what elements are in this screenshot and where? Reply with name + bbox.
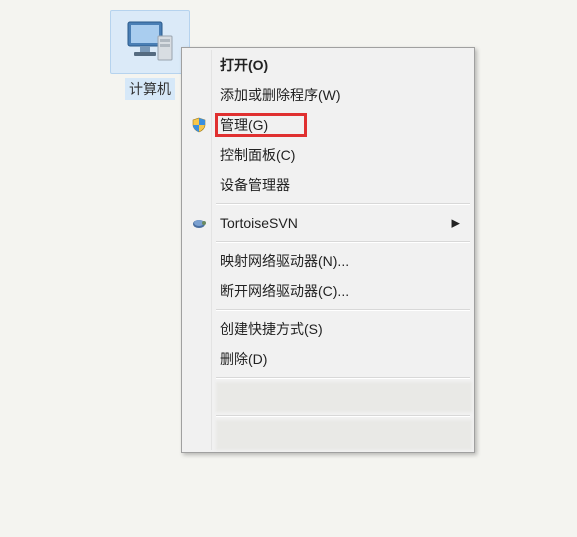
menu-manage[interactable]: 管理(G) [184,110,472,140]
shield-icon [190,116,208,134]
menu-delete-label: 删除(D) [220,349,267,369]
menu-item-obscured[interactable] [216,382,472,412]
menu-tortoisesvn-label: TortoiseSVN [220,215,298,231]
menu-separator [216,415,470,417]
menu-device-manager[interactable]: 设备管理器 [184,170,472,200]
menu-add-remove-programs-label: 添加或删除程序(W) [220,85,341,105]
menu-create-shortcut-label: 创建快捷方式(S) [220,319,323,339]
tortoisesvn-icon [190,214,208,232]
menu-separator [216,203,470,205]
menu-add-remove-programs[interactable]: 添加或删除程序(W) [184,80,472,110]
menu-disconnect-network-drive[interactable]: 断开网络驱动器(C)... [184,276,472,306]
menu-delete[interactable]: 删除(D) [184,344,472,374]
menu-disconnect-network-drive-label: 断开网络驱动器(C)... [220,281,349,301]
menu-tortoisesvn[interactable]: TortoiseSVN ▶ [184,208,472,238]
menu-control-panel-label: 控制面板(C) [220,145,295,165]
menu-separator [216,309,470,311]
menu-open-label: 打开(O) [220,55,268,75]
menu-map-network-drive-label: 映射网络驱动器(N)... [220,251,349,271]
menu-device-manager-label: 设备管理器 [220,175,290,195]
menu-manage-label: 管理(G) [220,115,268,135]
desktop-icon-label: 计算机 [125,78,175,100]
menu-separator [216,241,470,243]
submenu-arrow-icon: ▶ [452,217,460,230]
menu-control-panel[interactable]: 控制面板(C) [184,140,472,170]
menu-map-network-drive[interactable]: 映射网络驱动器(N)... [184,246,472,276]
menu-create-shortcut[interactable]: 创建快捷方式(S) [184,314,472,344]
context-menu: 打开(O) 添加或删除程序(W) 管理(G) 控制面板(C) 设备管理器 [181,47,475,453]
menu-separator [216,377,470,379]
computer-icon [110,10,190,74]
menu-open[interactable]: 打开(O) [184,50,472,80]
menu-item-obscured[interactable] [216,420,472,450]
